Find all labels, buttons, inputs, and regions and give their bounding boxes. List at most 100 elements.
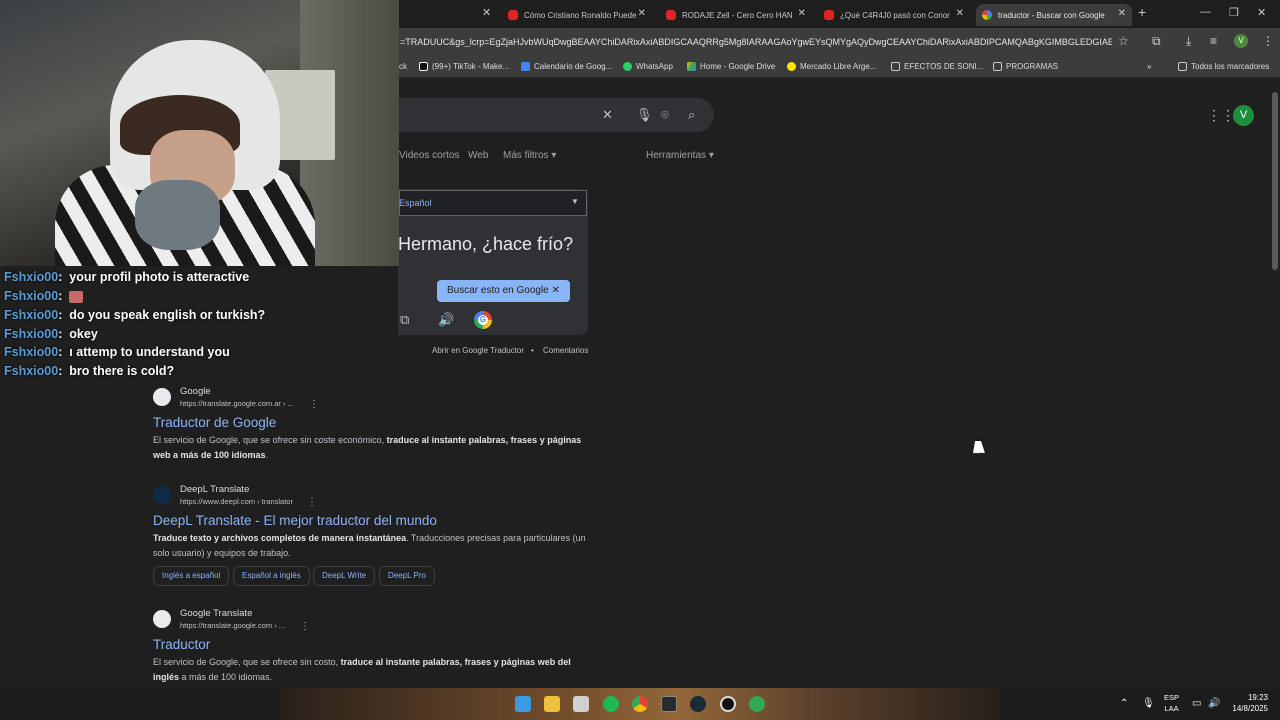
input-language[interactable]: ESP LAA bbox=[1164, 692, 1179, 714]
menu-icon[interactable]: ⋮ bbox=[1262, 34, 1274, 48]
more-options-icon[interactable]: ⋮ bbox=[309, 399, 319, 410]
close-icon[interactable]: ✕ bbox=[552, 285, 560, 296]
bookmark-item[interactable]: (99+) TikTok - Make... bbox=[419, 62, 509, 71]
browser-tab-active[interactable]: traductor - Buscar con Google ✕ bbox=[976, 4, 1132, 26]
browser-tab[interactable]: Cómo Cristiano Ronaldo Puede ✕ bbox=[502, 4, 652, 26]
chat-message: Fshxio00: your profil photo is atteracti… bbox=[4, 270, 250, 284]
close-icon[interactable]: ✕ bbox=[638, 8, 646, 19]
url-field[interactable]: =TRADUUC&gs_lcrp=EgZjaHJvbWUqDwgBEAAYChi… bbox=[400, 37, 1112, 47]
bookmark-item[interactable]: WhatsApp bbox=[623, 62, 673, 71]
result-url[interactable]: https://translate.google.com › ... bbox=[180, 621, 285, 630]
sitelink-chip[interactable]: Español a inglés bbox=[233, 566, 310, 586]
folder-icon bbox=[993, 62, 1002, 71]
result-title[interactable]: Traductor de Google bbox=[153, 415, 276, 430]
chat-message: Fshxio00: do you speak english or turkis… bbox=[4, 308, 266, 322]
more-options-icon[interactable]: ⋮ bbox=[307, 497, 317, 508]
file-explorer-icon[interactable] bbox=[544, 696, 560, 712]
speaker-icon[interactable]: 🔊 bbox=[438, 312, 454, 328]
copy-icon[interactable]: ⧉ bbox=[400, 312, 409, 328]
start-icon[interactable] bbox=[515, 696, 531, 712]
tab-tools[interactable]: Herramientas ▾ bbox=[646, 150, 714, 161]
result-url[interactable]: https://www.deepl.com › translator bbox=[180, 497, 293, 506]
apps-grid-icon[interactable]: ⋮⋮ bbox=[1207, 107, 1235, 124]
account-avatar[interactable]: V bbox=[1233, 105, 1254, 126]
microphone-icon[interactable]: 🎙 bbox=[1142, 698, 1155, 709]
close-icon[interactable]: ✕ bbox=[482, 6, 491, 19]
minimize-icon[interactable]: — bbox=[1200, 6, 1211, 18]
media-icon[interactable]: ≡ bbox=[1210, 34, 1217, 48]
chrome-icon[interactable] bbox=[632, 696, 648, 712]
lens-icon[interactable]: ⌾ bbox=[661, 107, 669, 123]
more-bookmarks-icon[interactable]: » bbox=[1147, 62, 1151, 71]
open-translator-link[interactable]: Abrir en Google Traductor bbox=[432, 346, 524, 355]
feedback-link[interactable]: Comentarios bbox=[543, 346, 588, 355]
bookmark-item[interactable]: Home - Google Drive bbox=[687, 62, 775, 71]
google-favicon-icon bbox=[153, 388, 171, 406]
caret-down-icon: ▼ bbox=[571, 197, 579, 206]
tab-web[interactable]: Web bbox=[468, 150, 488, 161]
restore-icon[interactable]: ❐ bbox=[1229, 6, 1239, 19]
close-icon[interactable]: ✕ bbox=[798, 8, 806, 19]
youtube-icon bbox=[666, 10, 676, 20]
browser-tab[interactable]: ¿Qué C4R4J0 pasó con Conor ✕ bbox=[818, 4, 970, 26]
chevron-down-icon: ▾ bbox=[708, 150, 714, 161]
result-url[interactable]: https://translate.google.com.ar › ... bbox=[180, 399, 294, 408]
result-snippet: Traduce texto y archivos completos de ma… bbox=[153, 533, 586, 558]
close-icon[interactable]: ✕ bbox=[1118, 8, 1126, 19]
youtube-icon bbox=[508, 10, 518, 20]
browser-tab[interactable]: RODAJE Zell - Cero Cero HAN ✕ bbox=[660, 4, 812, 26]
new-tab-icon[interactable]: + bbox=[1138, 4, 1146, 20]
search-icon[interactable]: ⌕ bbox=[688, 107, 695, 123]
chat-message: Fshxio00: okey bbox=[4, 327, 98, 341]
profile-avatar[interactable]: V bbox=[1234, 34, 1248, 48]
tab-more-filters[interactable]: Más filtros ▾ bbox=[503, 150, 556, 161]
network-icon[interactable]: ▭ bbox=[1192, 698, 1201, 709]
emote-icon bbox=[69, 290, 84, 303]
bookmark-folder[interactable]: PROGRAMAS bbox=[993, 62, 1058, 71]
bookmark-folder[interactable]: EFECTOS DE SONI... bbox=[891, 62, 983, 71]
chrome-profile-icon[interactable] bbox=[749, 696, 765, 712]
tray-chevron-icon[interactable]: ⌃ bbox=[1120, 698, 1128, 709]
tiktok-icon bbox=[419, 62, 428, 71]
target-language-label: Español bbox=[399, 198, 432, 208]
calculator-icon[interactable] bbox=[573, 696, 589, 712]
more-options-icon[interactable]: ⋮ bbox=[300, 621, 310, 632]
bookmark-star-icon[interactable]: ☆ bbox=[1118, 34, 1129, 48]
chat-message: Fshxio00: bbox=[4, 289, 84, 303]
microphone-icon[interactable]: 🎙 bbox=[636, 107, 653, 123]
bookmark-item[interactable]: Mercado Libre Arge... bbox=[787, 62, 876, 71]
result-title[interactable]: DeepL Translate - El mejor traductor del… bbox=[153, 513, 437, 528]
folder-icon bbox=[1178, 62, 1187, 71]
result-snippet: El servicio de Google, que se ofrece sin… bbox=[153, 657, 571, 682]
all-bookmarks[interactable]: Todos los marcadores bbox=[1178, 62, 1269, 71]
youtube-icon bbox=[824, 10, 834, 20]
search-on-google-chip[interactable]: Buscar esto en Google ✕ bbox=[437, 280, 570, 302]
sitelink-chip[interactable]: Inglés a español bbox=[153, 566, 230, 586]
tab-short-videos[interactable]: Videos cortos bbox=[399, 150, 459, 161]
obs-icon[interactable] bbox=[720, 696, 736, 712]
system-clock[interactable]: 19:23 14/8/2025 bbox=[1218, 692, 1268, 714]
clear-icon[interactable]: ✕ bbox=[602, 107, 613, 123]
tab-title: RODAJE Zell - Cero Cero HAN bbox=[682, 10, 793, 20]
close-window-icon[interactable]: ✕ bbox=[1257, 6, 1266, 19]
steam-icon[interactable] bbox=[690, 696, 706, 712]
extensions-icon[interactable]: ⧉ bbox=[1152, 34, 1161, 49]
sitelink-chip[interactable]: DeepL Write bbox=[313, 566, 376, 586]
spotify-icon[interactable] bbox=[603, 696, 619, 712]
close-icon[interactable]: ✕ bbox=[956, 8, 964, 19]
bookmark-item[interactable]: ck bbox=[399, 62, 407, 71]
download-icon[interactable]: ⤓ bbox=[1186, 34, 1191, 49]
bookmark-item[interactable]: Calendario de Goog... bbox=[521, 62, 612, 71]
result-site-name: Google bbox=[180, 386, 211, 397]
webcam-person-collar bbox=[135, 180, 220, 250]
result-title[interactable]: Traductor bbox=[153, 637, 210, 652]
epic-games-icon[interactable] bbox=[661, 696, 677, 712]
folder-icon bbox=[891, 62, 900, 71]
scrollbar-thumb[interactable] bbox=[1272, 92, 1278, 270]
result-site-name: Google Translate bbox=[180, 608, 253, 619]
sitelink-chip[interactable]: DeepL Pro bbox=[379, 566, 435, 586]
chat-message: Fshxio00: bro there is cold? bbox=[4, 364, 175, 378]
translated-text: Hermano, ¿hace frío? bbox=[398, 234, 574, 254]
drive-icon bbox=[687, 62, 696, 71]
google-icon bbox=[982, 10, 992, 20]
